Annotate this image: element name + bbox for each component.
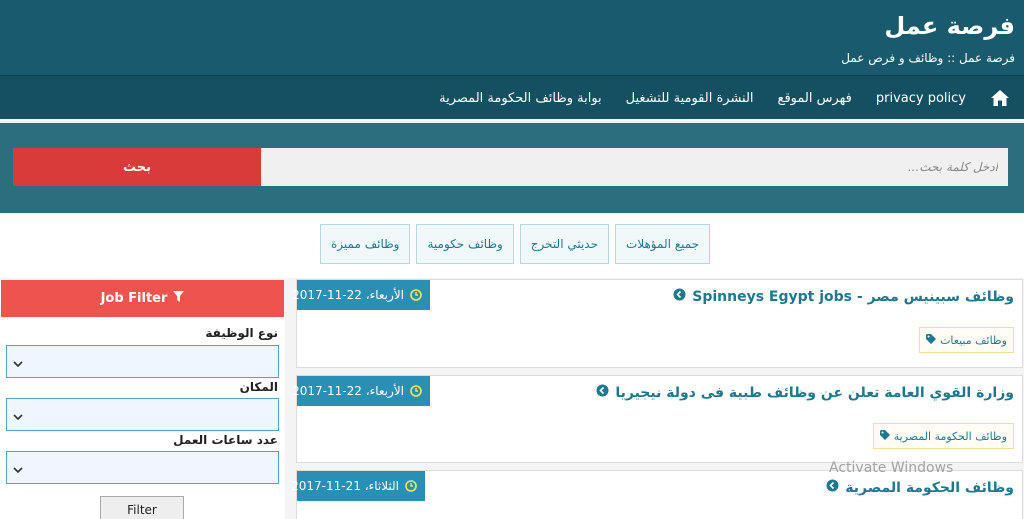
tag-icon [879,429,890,443]
funnel-icon [173,291,185,306]
date-badge: الأربعاء، 22-11-2017 [292,280,430,310]
main-nav: privacy policy فهرس الموقع النشرة القومي… [0,75,1024,121]
home-icon[interactable] [990,89,1010,107]
date-badge: الثلاثاء، 21-11-2017 [291,471,425,501]
job-title: وظائف الحكومة المصرية [845,479,1014,496]
site-header: فرصة عمل فرصة عمل :: وظائف و فرص عمل [0,0,1024,75]
job-title-link[interactable]: وظائف سبينيس مصر - Spinneys Egypt jobs [673,288,1014,305]
clock-icon [405,480,417,492]
location-select[interactable] [6,398,279,431]
site-title[interactable]: فرصة عمل [884,12,1015,40]
job-category: وظائف مبيعات [940,333,1007,347]
chevron-down-icon [13,458,23,477]
site-tagline: فرصة عمل :: وظائف و فرص عمل [841,51,1015,65]
nav-item-privacy-policy[interactable]: privacy policy [876,91,966,106]
job-card: الأربعاء، 22-11-2017 وزارة القوي العامة … [292,375,1023,463]
arrow-circle-icon [826,479,839,496]
job-filter-panel: Job Filter نوع الوظيفة المكان عدد ساعات … [0,280,285,519]
clock-icon [410,385,422,397]
search-button[interactable]: بحث [13,148,261,186]
job-title: وزارة القوي العامة تعلن عن وظائف طبية فى… [615,384,1014,401]
arrow-circle-icon [596,384,609,401]
job-title: وظائف سبينيس مصر - Spinneys Egypt jobs [692,288,1014,305]
job-category-tag[interactable]: وظائف الحكومة المصرية [872,423,1014,449]
nav-item-employment-bulletin[interactable]: النشرة القومية للتشغيل [626,91,754,106]
filter-title: Job Filter [100,291,168,306]
nav-item-government-jobs-portal[interactable]: بوابة وظائف الحكومة المصرية [439,91,602,106]
date-badge: الأربعاء، 22-11-2017 [292,376,430,406]
job-date: الأربعاء، 22-11-2017 [292,288,404,302]
job-card: الأربعاء، 22-11-2017 وظائف سبينيس مصر - … [292,279,1023,368]
work-hours-select[interactable] [6,451,279,484]
filter-button[interactable]: Filter [100,496,184,519]
job-date: الثلاثاء، 21-11-2017 [291,479,399,493]
qualification-tabs: جميع المؤهلات حديثي التخرج وظائف حكومية … [320,224,711,264]
work-hours-label: عدد ساعات العمل [173,433,278,447]
job-type-select[interactable] [6,345,279,378]
search-band: بحث [0,123,1024,213]
job-title-link[interactable]: وزارة القوي العامة تعلن عن وظائف طبية فى… [596,384,1014,401]
job-category: وظائف الحكومة المصرية [893,429,1007,443]
nav-item-site-index[interactable]: فهرس الموقع [778,91,852,106]
filter-header: Job Filter [1,280,284,317]
arrow-circle-icon [673,288,686,305]
tag-icon [926,333,937,347]
chevron-down-icon [13,352,23,371]
tab-featured-jobs[interactable]: وظائف مميزة [320,224,411,264]
tab-new-graduates[interactable]: حديثي التخرج [519,224,610,264]
tab-all-qualifications[interactable]: جميع المؤهلات [615,224,711,264]
chevron-down-icon [13,405,23,424]
tab-government-jobs[interactable]: وظائف حكومية [416,224,514,264]
location-label: المكان [239,380,278,394]
job-card: الثلاثاء، 21-11-2017 وظائف الحكومة المصر… [291,470,1023,519]
activate-windows-watermark: Activate Windows [829,460,954,476]
job-category-tag[interactable]: وظائف مبيعات [919,327,1014,353]
job-type-label: نوع الوظيفة [205,326,278,340]
job-date: الأربعاء، 22-11-2017 [292,384,404,398]
job-title-link[interactable]: وظائف الحكومة المصرية [826,479,1014,496]
clock-icon [410,289,422,301]
search-input[interactable] [261,148,1008,186]
